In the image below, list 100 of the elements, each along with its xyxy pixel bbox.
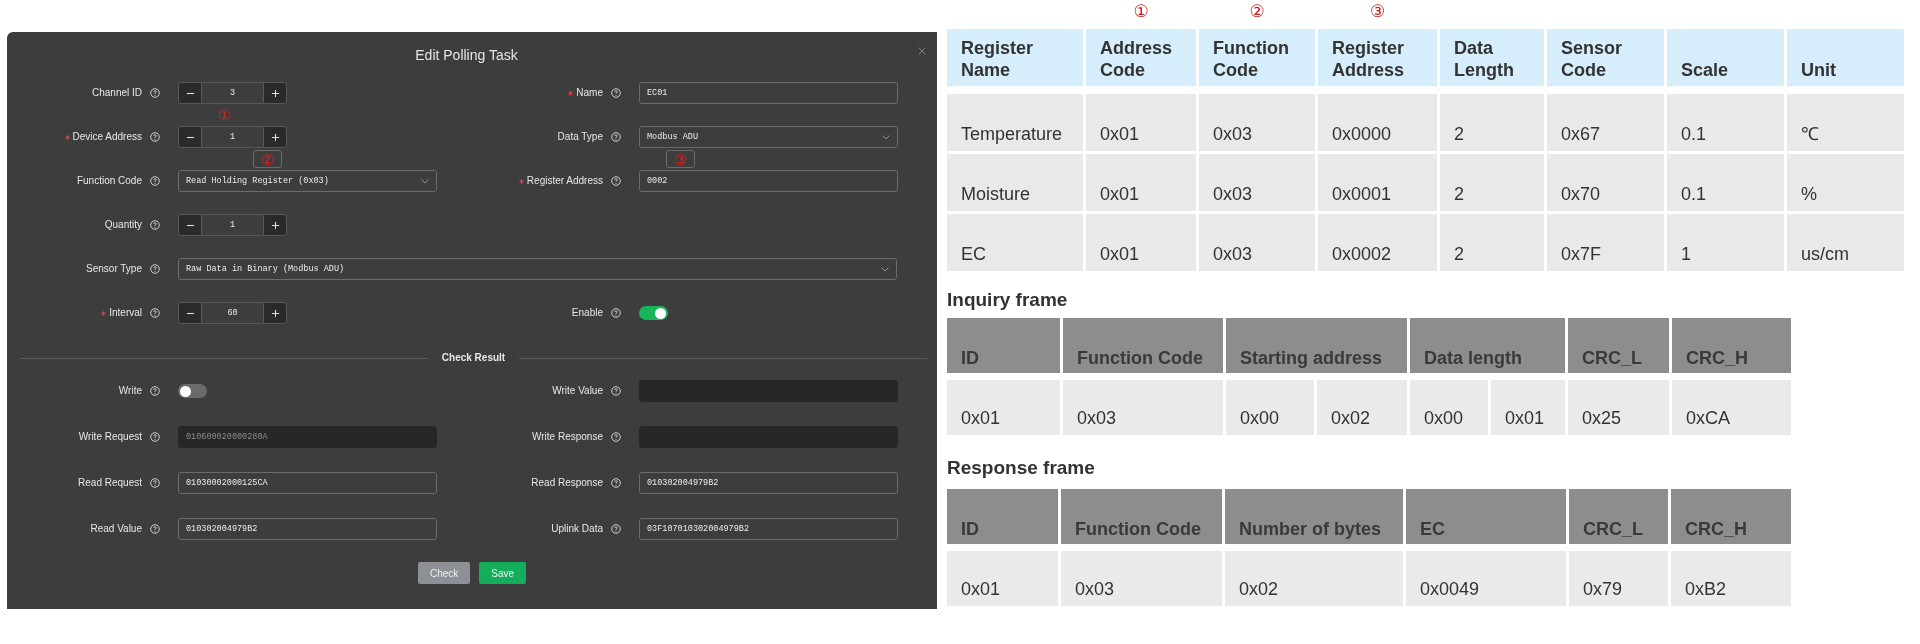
help-icon[interactable] — [150, 220, 160, 230]
column-header: Register Address — [1318, 29, 1437, 86]
text-field[interactable]: 0002 — [639, 170, 898, 192]
help-icon[interactable] — [150, 308, 160, 318]
field-label: Write Request — [78, 431, 142, 443]
table-cell: 0x70 — [1547, 154, 1664, 211]
table-cell: 0x01 — [1086, 94, 1196, 151]
text-field[interactable]: 010302004979B2 — [178, 518, 437, 540]
table-heading: Inquiry frame — [947, 289, 1068, 311]
table-cell: 0x7F — [1547, 214, 1664, 271]
section-title: Check Result — [440, 352, 507, 364]
column-header: Sensor Code — [1547, 29, 1664, 86]
table-cell: 0x02 — [1225, 551, 1403, 606]
help-icon[interactable] — [150, 432, 160, 442]
text-field[interactable]: EC01 — [639, 82, 898, 104]
toggle-switch[interactable] — [178, 384, 207, 398]
table-cell: ℃ — [1787, 94, 1904, 151]
help-icon[interactable] — [611, 386, 621, 396]
increment-button[interactable] — [263, 214, 287, 236]
increment-button[interactable] — [263, 126, 287, 148]
table-cell: 0xCA — [1672, 380, 1791, 435]
table-cell: 0x03 — [1199, 154, 1315, 211]
help-icon[interactable] — [611, 132, 621, 142]
callout-number: ① — [218, 106, 232, 124]
column-header: CRC_H — [1671, 489, 1791, 544]
table-cell: 0xB2 — [1671, 551, 1791, 606]
table-cell: 0x01 — [1491, 380, 1565, 435]
field-label: Write Value — [552, 385, 603, 397]
field-label: Device Address — [72, 131, 142, 143]
help-icon[interactable] — [611, 432, 621, 442]
column-header: Register Name — [947, 29, 1083, 86]
dropdown[interactable]: Read Holding Register (0x03) — [178, 170, 437, 192]
column-header: Function Code — [1063, 318, 1223, 373]
help-icon[interactable] — [611, 308, 621, 318]
field-label: Quantity — [104, 219, 142, 231]
field-label: Read Response — [531, 477, 603, 489]
table-cell: 0x25 — [1568, 380, 1669, 435]
dropdown[interactable]: Raw Data in Binary (Modbus ADU) — [178, 258, 897, 280]
text-field[interactable]: 03F107010302004979B2 — [639, 518, 898, 540]
table-cell: % — [1787, 154, 1904, 211]
table-cell: 0x0000 — [1318, 94, 1437, 151]
table-cell: 0x0049 — [1406, 551, 1566, 606]
text-field[interactable]: 010302004979B2 — [639, 472, 898, 494]
column-header: Data Length — [1440, 29, 1544, 86]
table-cell: 0x01 — [1086, 154, 1196, 211]
column-header: CRC_H — [1672, 318, 1791, 373]
table-cell: 0.1 — [1667, 94, 1784, 151]
table-cell: 0x03 — [1199, 214, 1315, 271]
help-icon[interactable] — [150, 478, 160, 488]
column-header: Number of bytes — [1225, 489, 1403, 544]
help-icon[interactable] — [150, 176, 160, 186]
help-icon[interactable] — [150, 264, 160, 274]
table-cell: 2 — [1440, 154, 1544, 211]
field-label: Channel ID — [91, 87, 142, 99]
increment-button[interactable] — [263, 302, 287, 324]
chevron-down-icon — [881, 266, 889, 272]
toggle-switch[interactable] — [639, 306, 668, 320]
help-icon[interactable] — [150, 88, 160, 98]
callout-number: ③ — [1369, 1, 1386, 21]
field-label: Function Code — [76, 175, 142, 187]
plus-icon — [270, 308, 280, 318]
help-icon[interactable] — [150, 132, 160, 142]
help-icon[interactable] — [150, 386, 160, 396]
close-icon[interactable] — [918, 47, 926, 55]
help-icon[interactable] — [150, 524, 160, 534]
table-cell: 0x0002 — [1318, 214, 1437, 271]
table-cell: 0x01 — [1086, 214, 1196, 271]
table-cell: 0x03 — [1199, 94, 1315, 151]
help-icon[interactable] — [611, 176, 621, 186]
table-cell: 1 — [1667, 214, 1784, 271]
help-icon[interactable] — [611, 524, 621, 534]
table-cell: 0.1 — [1667, 154, 1784, 211]
table-cell: 0x01 — [947, 551, 1058, 606]
callout-number: ① — [1133, 1, 1149, 21]
increment-button[interactable] — [263, 82, 287, 104]
table-cell: 0x00 — [1226, 380, 1314, 435]
field-label: Write Response — [532, 431, 603, 443]
table-cell: EC — [947, 214, 1083, 271]
column-header: ID — [947, 489, 1058, 544]
help-icon[interactable] — [611, 478, 621, 488]
dialog-title: Edit Polling Task — [415, 47, 518, 63]
column-header: Function Code — [1061, 489, 1222, 544]
dropdown[interactable]: Modbus ADU — [639, 126, 898, 148]
plus-icon — [270, 88, 280, 98]
table-cell: 0x03 — [1063, 380, 1223, 435]
help-icon[interactable] — [611, 88, 621, 98]
table-cell: Moisture — [947, 154, 1083, 211]
callout-number: ② — [253, 150, 283, 168]
field-label: Register Address — [526, 175, 603, 187]
table-cell: 0x79 — [1569, 551, 1668, 606]
field-label: Data Type — [557, 131, 603, 143]
column-header: Scale — [1667, 29, 1784, 86]
field-label: Interval — [109, 307, 142, 319]
callout-number: ② — [1249, 1, 1265, 21]
table-cell: 2 — [1440, 214, 1544, 271]
table-cell: 0x03 — [1061, 551, 1222, 606]
table-cell: 0x01 — [947, 380, 1060, 435]
field-label: Uplink Data — [551, 523, 603, 535]
column-header: ID — [947, 318, 1060, 373]
text-field[interactable]: 01030002000125CA — [178, 472, 437, 494]
